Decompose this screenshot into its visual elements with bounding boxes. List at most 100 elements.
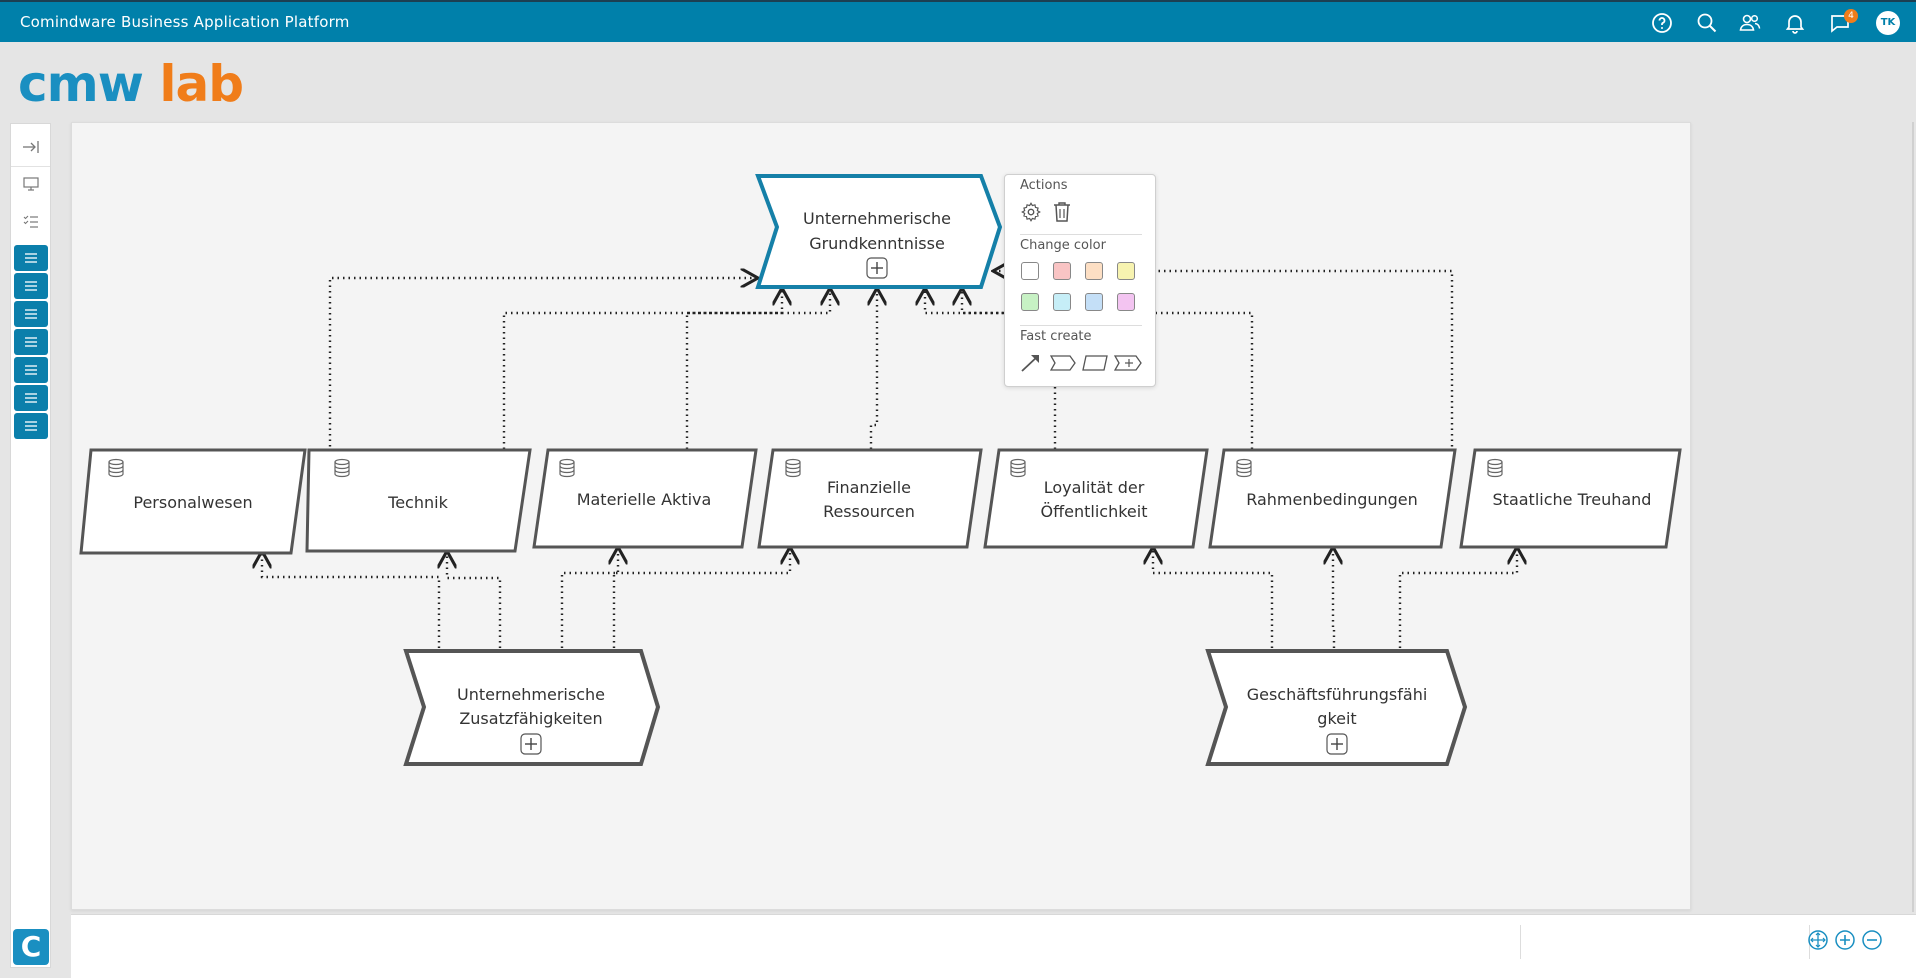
collapse-button[interactable] (14, 134, 48, 160)
selected-function-label-line2: Grundkenntnisse (809, 234, 945, 253)
connector[interactable] (1333, 547, 1334, 648)
menu-lines-icon (25, 365, 37, 375)
list-button-3[interactable] (14, 301, 48, 327)
resource-shape[interactable]: Rahmenbedingungen (1208, 448, 1457, 549)
connector[interactable] (1153, 547, 1274, 648)
process-shape-right[interactable]: Geschäftsführungsfähi gkeit (1205, 649, 1468, 766)
process-shape-icon[interactable] (1114, 355, 1142, 371)
list-button-6[interactable] (14, 385, 48, 411)
resource-label: Materielle Aktiva (577, 490, 712, 509)
event-shape-icon[interactable] (1050, 355, 1076, 371)
app-title: Comindware Business Application Platform (20, 13, 350, 31)
menu-lines-icon (25, 421, 37, 431)
search-icon[interactable] (1695, 11, 1719, 35)
color-swatch-orange[interactable] (1085, 262, 1103, 280)
menu-lines-icon (25, 253, 37, 263)
menu-lines-icon (25, 309, 37, 319)
popup-divider (1020, 325, 1142, 326)
gear-icon[interactable] (1020, 201, 1042, 223)
panel-divider (1520, 925, 1521, 959)
scrollbar-track[interactable] (1912, 122, 1914, 912)
selected-function-shape[interactable]: Unternehmerische Grundkenntnisse (755, 174, 1003, 289)
collapse-icon (23, 141, 39, 153)
expand-plus-icon[interactable] (866, 257, 888, 279)
logo-part-cmw: cmw (18, 55, 144, 113)
menu-lines-icon (25, 393, 37, 403)
list-button-7[interactable] (14, 413, 48, 439)
popup-divider (1020, 234, 1142, 235)
bottom-panel (71, 914, 1916, 978)
process-label-line2: Zusatzfähigkeiten (459, 709, 602, 728)
resource-label: Technik (387, 493, 448, 512)
top-bar: Comindware Business Application Platform… (0, 0, 1916, 42)
trash-icon[interactable] (1052, 201, 1072, 223)
actions-label: Actions (1020, 178, 1068, 193)
resource-shape[interactable]: Materielle Aktiva (532, 448, 758, 549)
help-icon[interactable] (1650, 11, 1674, 35)
zoom-in-icon[interactable] (1834, 929, 1856, 951)
connector[interactable] (328, 278, 758, 463)
list-button-1[interactable] (14, 245, 48, 271)
resource-shape[interactable]: Personalwesen (79, 448, 307, 555)
process-label-line1: Unternehmerische (457, 685, 605, 704)
process-label-line1: Geschäftsführungsfähi (1247, 685, 1428, 704)
notification-badge: 4 (1844, 9, 1858, 23)
resource-label-line2: Öffentlichkeit (1041, 502, 1148, 521)
checklist-button[interactable] (14, 209, 48, 235)
color-swatch-white[interactable] (1021, 262, 1039, 280)
logo-part-lab: lab (159, 55, 244, 113)
fit-icon[interactable] (1807, 929, 1829, 951)
avatar[interactable]: TK (1876, 11, 1900, 35)
app-launcher-button[interactable]: C (13, 929, 49, 965)
resource-label-line2: Ressourcen (823, 502, 915, 521)
resource-shape[interactable]: Finanzielle Ressourcen (757, 448, 983, 549)
resource-label: Personalwesen (133, 493, 252, 512)
change-color-label: Change color (1020, 238, 1106, 253)
process-label-line2: gkeit (1317, 709, 1356, 728)
color-swatch-red[interactable] (1053, 262, 1071, 280)
connector[interactable] (447, 551, 502, 648)
color-swatch-cyan[interactable] (1053, 293, 1071, 311)
list-button-2[interactable] (14, 273, 48, 299)
list-button-5[interactable] (14, 357, 48, 383)
resource-label: Staatliche Treuhand (1493, 490, 1652, 509)
process-shape-left[interactable]: Unternehmerische Zusatzfähigkeiten (403, 649, 661, 766)
expand-plus-icon[interactable] (520, 733, 542, 755)
logo: cmw lab (18, 54, 244, 114)
resource-label: Rahmenbedingungen (1246, 490, 1418, 509)
connector[interactable] (871, 288, 877, 449)
diagram-svg: Unternehmerische Grundkenntnisse Persona… (79, 174, 1682, 766)
checklist-icon (23, 215, 38, 228)
users-icon[interactable] (1738, 11, 1762, 35)
connector[interactable] (560, 547, 618, 648)
connector[interactable] (262, 551, 441, 648)
parallelogram-shape-icon[interactable] (1082, 355, 1108, 371)
monitor-icon (23, 177, 39, 191)
bell-icon[interactable] (1783, 11, 1807, 35)
connector[interactable] (1398, 547, 1517, 648)
color-swatch-magenta[interactable] (1117, 293, 1135, 311)
resource-shape[interactable]: Staatliche Treuhand (1459, 448, 1682, 549)
menu-lines-icon (25, 281, 37, 291)
arrow-icon[interactable] (1020, 353, 1042, 373)
presentation-button[interactable] (14, 171, 48, 197)
connector[interactable] (502, 288, 782, 449)
resource-label-line1: Finanzielle (827, 478, 911, 497)
zoom-out-icon[interactable] (1861, 929, 1883, 951)
expand-plus-icon[interactable] (1326, 733, 1348, 755)
diagram-canvas[interactable]: Unternehmerische Grundkenntnisse Persona… (71, 122, 1691, 910)
left-toolbar: C (10, 123, 51, 968)
connector[interactable] (612, 547, 790, 648)
resource-shape[interactable]: Technik (305, 448, 532, 553)
selected-function-label-line1: Unternehmerische (803, 209, 951, 228)
color-swatch-blue[interactable] (1085, 293, 1103, 311)
color-swatch-yellow[interactable] (1117, 262, 1135, 280)
resource-label-line1: Loyalität der (1044, 478, 1145, 497)
menu-lines-icon (25, 337, 37, 347)
list-button-4[interactable] (14, 329, 48, 355)
shape-context-menu: Actions Change color Fast create (1004, 174, 1156, 387)
resource-shape[interactable]: Loyalität der Öffentlichkeit (983, 448, 1209, 549)
rail-divider (11, 166, 50, 167)
color-swatch-green[interactable] (1021, 293, 1039, 311)
fast-create-label: Fast create (1020, 329, 1092, 344)
